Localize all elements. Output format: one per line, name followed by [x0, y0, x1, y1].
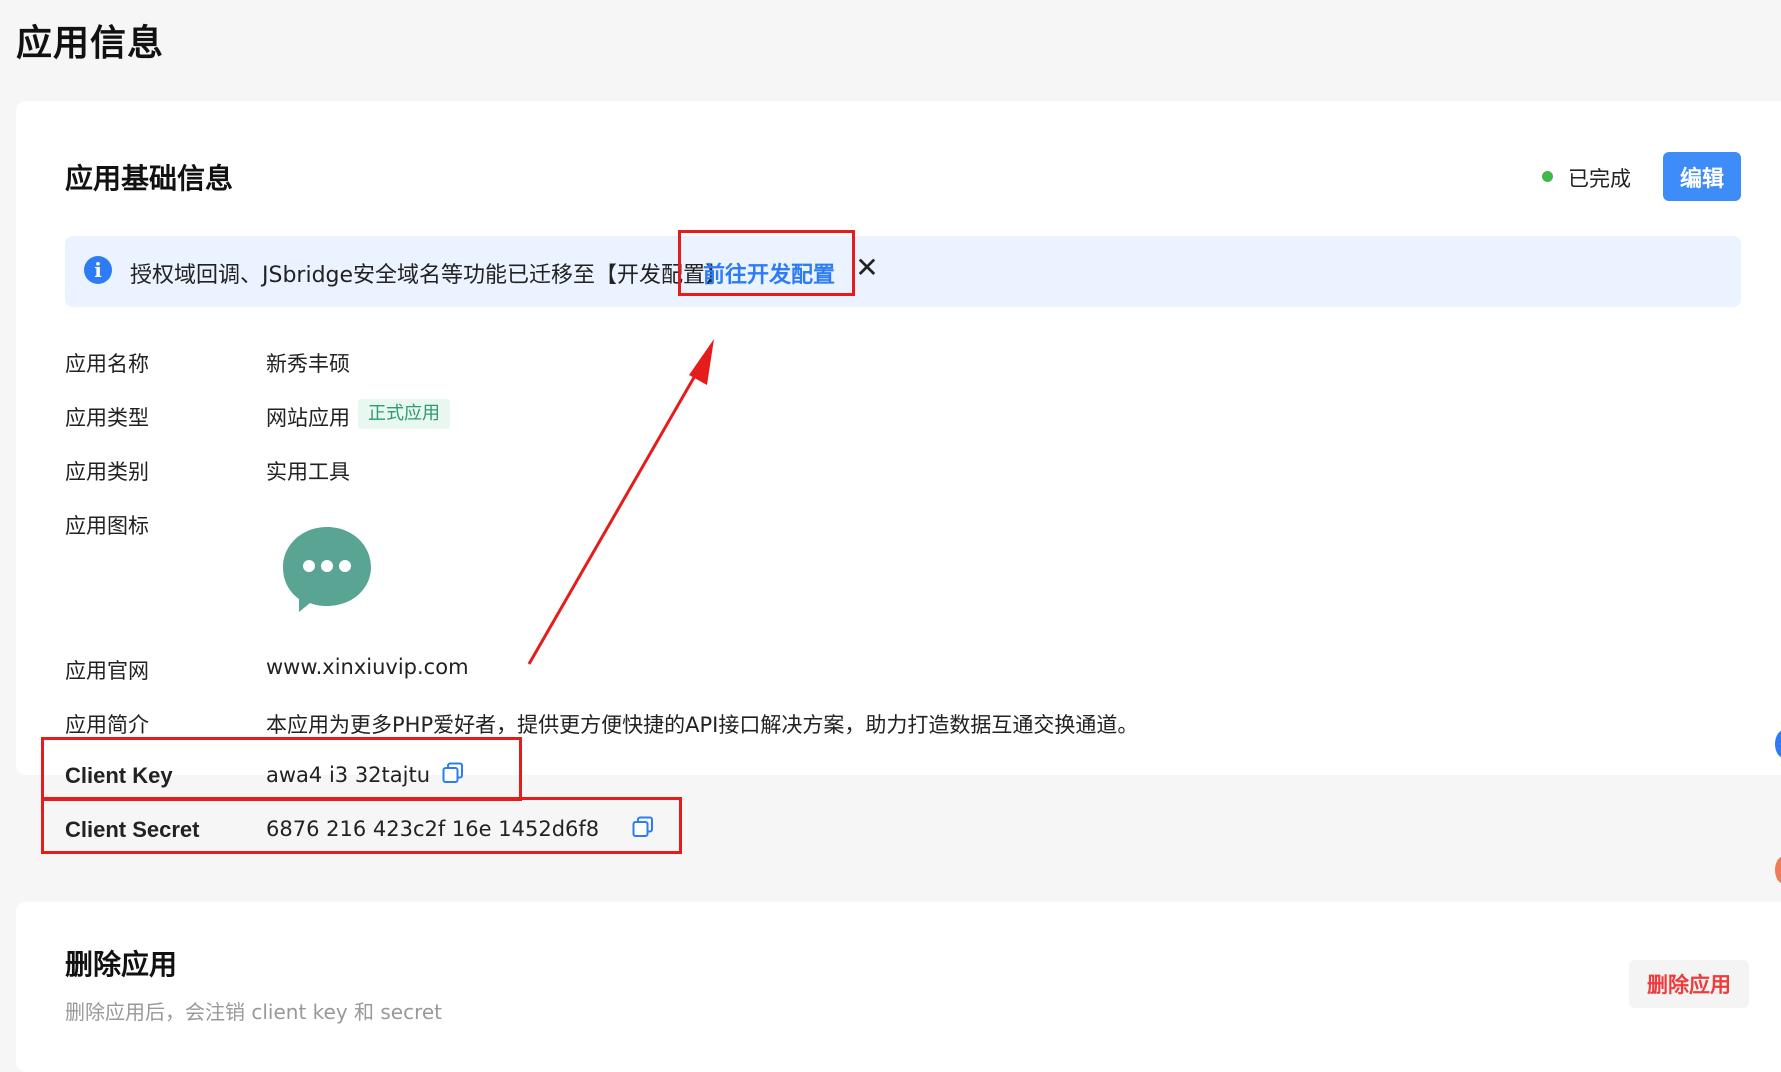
page-title: 应用信息 — [16, 23, 165, 64]
notice-text: 授权域回调、JSbridge安全域名等功能已迁移至【开发配置】 — [130, 263, 728, 288]
close-icon[interactable]: ✕ — [855, 254, 879, 282]
basic-section-title: 应用基础信息 — [65, 162, 234, 195]
copy-key-icon[interactable] — [442, 762, 464, 784]
app-icon-label: 应用图标 — [65, 514, 149, 538]
app-name-label: 应用名称 — [65, 352, 149, 376]
status-text: 已完成 — [1568, 167, 1631, 191]
delete-app-button[interactable]: 删除应用 — [1629, 960, 1749, 1008]
edit-button[interactable]: 编辑 — [1663, 152, 1741, 201]
formal-app-tag: 正式应用 — [358, 399, 450, 429]
go-dev-config-link[interactable]: 前往开发配置 — [703, 257, 835, 289]
info-circle-icon: i — [84, 256, 112, 284]
copy-secret-icon[interactable] — [632, 816, 654, 838]
client-key-value: awa4 i3 32tajtu — [266, 763, 431, 787]
edge-float-button-orange[interactable] — [1775, 856, 1781, 884]
app-type-label: 应用类型 — [65, 406, 149, 430]
delete-app-card — [16, 902, 1781, 1072]
intro-label: 应用简介 — [65, 713, 149, 737]
delete-description: 删除应用后，会注销 client key 和 secret — [65, 1000, 443, 1024]
app-category-value: 实用工具 — [266, 460, 350, 484]
app-category-label: 应用类别 — [65, 460, 149, 484]
delete-section-title: 删除应用 — [65, 948, 178, 981]
chat-bubble-icon — [283, 527, 371, 612]
website-label: 应用官网 — [65, 659, 149, 683]
website-value: www.xinxiuvip.com — [266, 655, 469, 679]
client-secret-label: Client Secret — [65, 817, 200, 842]
app-name-value: 新秀丰硕 — [266, 352, 350, 376]
status-dot-icon — [1542, 171, 1553, 182]
app-type-value: 网站应用 — [266, 406, 350, 430]
client-secret-value: 6876 216 423c2f 16e 1452d6f8 — [266, 817, 600, 841]
intro-value: 本应用为更多PHP爱好者，提供更方便快捷的API接口解决方案，助力打造数据互通交… — [266, 713, 1139, 737]
client-key-label: Client Key — [65, 763, 173, 788]
